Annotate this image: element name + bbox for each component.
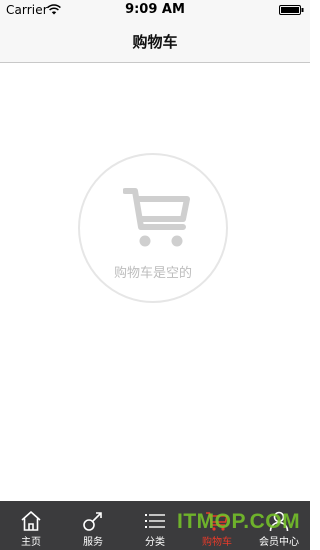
tab-bar: 主页 服务 分类 购物车 会员中心	[0, 501, 310, 550]
tab-home-label: 主页	[21, 537, 41, 548]
empty-cart-placeholder: 购物车是空的	[78, 153, 228, 303]
shopping-cart-icon	[123, 188, 190, 247]
status-time: 9:09 AM	[125, 2, 185, 17]
navigation-bar: 购物车	[0, 20, 310, 63]
home-icon	[21, 511, 41, 531]
tab-cart-label: 购物车	[202, 537, 232, 548]
battery-icon	[279, 5, 304, 15]
status-bar: Carrier 9:09 AM	[0, 0, 310, 20]
tab-category-label: 分类	[145, 537, 165, 548]
tab-service[interactable]: 服务	[62, 501, 124, 550]
tab-category[interactable]: 分类	[124, 501, 186, 550]
page-title: 购物车	[132, 33, 178, 51]
user-icon	[269, 511, 289, 532]
tab-home[interactable]: 主页	[0, 501, 62, 550]
tab-member-center-label: 会员中心	[259, 537, 299, 548]
tab-member-center[interactable]: 会员中心	[248, 501, 310, 550]
tab-service-label: 服务	[83, 537, 103, 548]
wrench-icon	[83, 512, 102, 531]
cart-icon	[206, 512, 228, 531]
list-icon	[145, 514, 165, 528]
tab-cart[interactable]: 购物车	[186, 501, 248, 550]
empty-cart-message: 购物车是空的	[113, 266, 192, 281]
